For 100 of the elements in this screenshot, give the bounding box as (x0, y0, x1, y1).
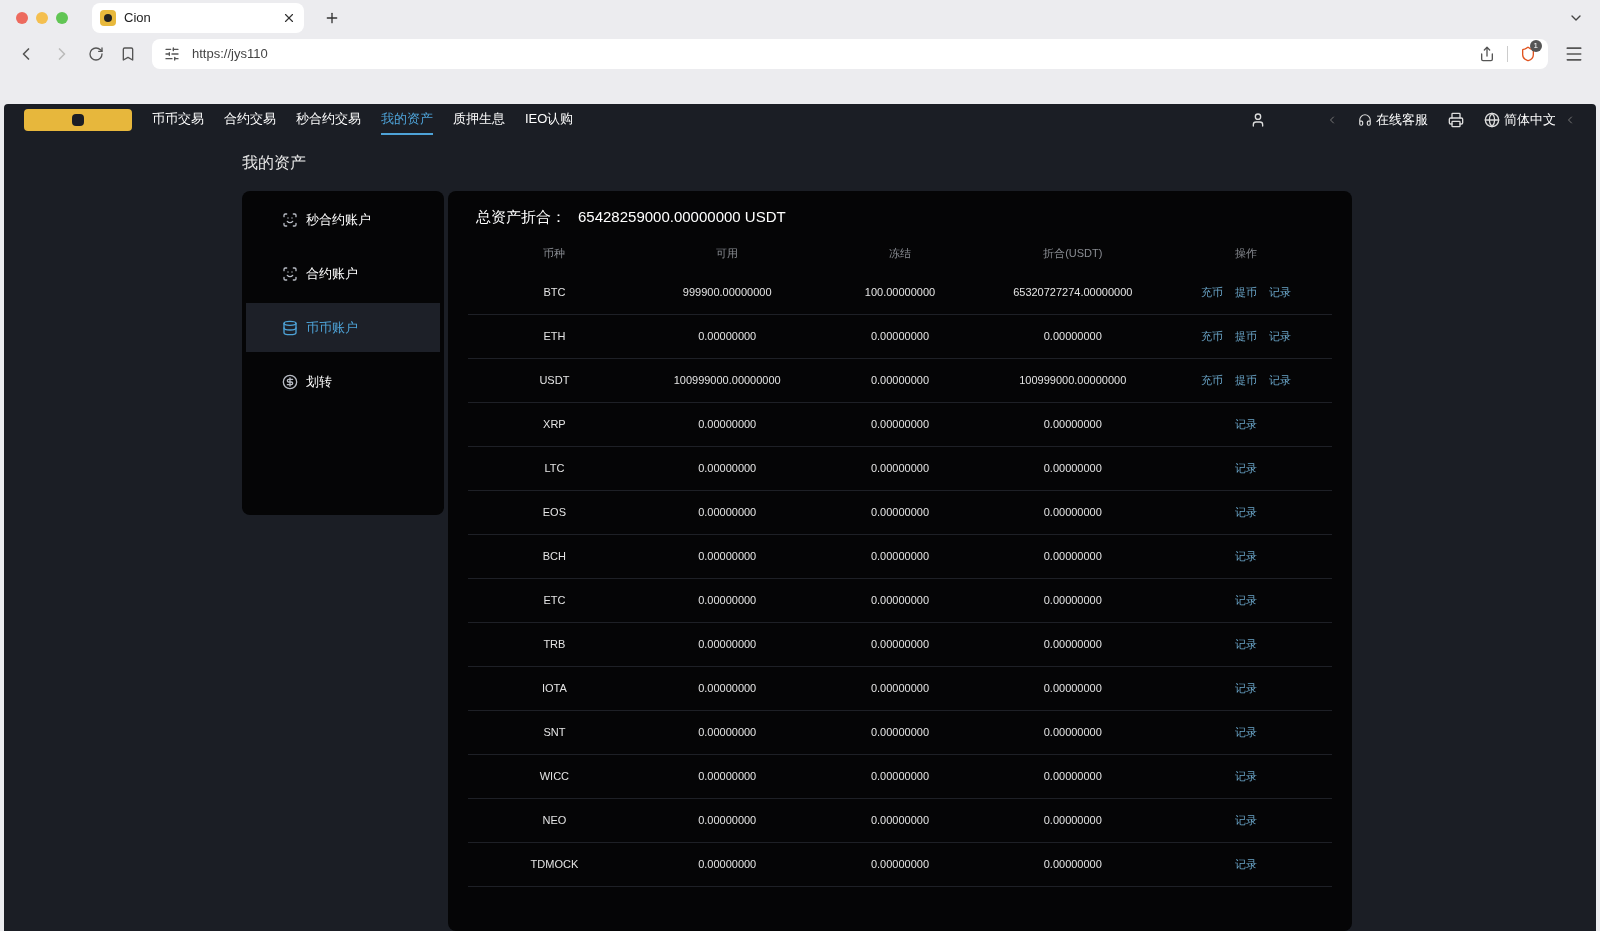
sidebar-item[interactable]: 秒合约账户 (246, 195, 440, 244)
table-cell-text: 0.00000000 (870, 857, 930, 873)
table-cell-text: 0.00000000 (1043, 505, 1102, 521)
user-icon[interactable] (1250, 111, 1266, 128)
address-bar[interactable]: https://jys110 1 (152, 39, 1548, 69)
action-link[interactable]: 记录 (1234, 460, 1257, 477)
table-cell-text: 0.00000000 (698, 461, 757, 477)
action-link[interactable]: 记录 (1234, 680, 1257, 697)
table-cell-text: 0.00000000 (1043, 417, 1102, 433)
close-window-icon[interactable] (16, 12, 28, 24)
table-cell-text: WICC (539, 769, 570, 785)
language-selector[interactable]: 简体中文 (1504, 109, 1556, 130)
site-logo-icon (100, 10, 116, 26)
action-link[interactable]: 提币 (1234, 372, 1257, 389)
table-cell-text: TDMOCK (530, 857, 579, 873)
table-cell-text: 0.00000000 (1043, 637, 1102, 653)
site-logo[interactable] (24, 108, 132, 131)
action-link[interactable]: 记录 (1234, 856, 1257, 873)
column-header: 操作 (1234, 245, 1257, 261)
action-link[interactable]: 充币 (1200, 372, 1223, 389)
action-link[interactable]: 提币 (1234, 328, 1257, 345)
share-icon[interactable] (1479, 46, 1495, 62)
table-cell-text: 0.00000000 (870, 461, 930, 477)
table-cell-text: 0.00000000 (698, 593, 757, 609)
table-cell-text: 65320727274.00000000 (1013, 285, 1133, 301)
table-cell-text: 0.00000000 (870, 549, 930, 565)
action-link[interactable]: 记录 (1234, 548, 1257, 565)
bookmark-icon[interactable] (120, 46, 136, 62)
table-cell-text: 0.00000000 (698, 549, 757, 565)
action-link[interactable]: 记录 (1234, 768, 1257, 785)
table-cell-text: 0.00000000 (698, 329, 757, 345)
action-link[interactable]: 记录 (1234, 592, 1257, 609)
url-text: https://jys110 (192, 45, 269, 64)
column-header: 冻结 (889, 245, 911, 261)
table-cell-text: 0.00000000 (698, 417, 757, 433)
total-label: 总资产折合： (476, 206, 566, 227)
table-cell-text: SNT (543, 725, 566, 741)
nav-tab[interactable]: IEO认购 (525, 104, 574, 135)
table-cell-text: EOS (542, 505, 566, 521)
table-cell-text: USDT (539, 373, 570, 389)
action-link[interactable]: 充币 (1200, 284, 1223, 301)
action-link[interactable]: 记录 (1268, 284, 1291, 301)
action-link[interactable]: 记录 (1234, 504, 1257, 521)
table-cell-text: 0.00000000 (698, 637, 757, 653)
support-link[interactable]: 在线客服 (1376, 109, 1428, 130)
action-link[interactable]: 记录 (1234, 416, 1257, 433)
table-cell-text: 0.00000000 (870, 593, 930, 609)
column-header: 折合(USDT) (1043, 245, 1103, 261)
table-cell-text: 0.00000000 (698, 725, 757, 741)
table-cell-text: ETH (543, 329, 566, 345)
sidebar-item[interactable]: 划转 (246, 357, 440, 406)
table-cell-text: 0.00000000 (1043, 813, 1102, 829)
table-cell-text: 0.00000000 (698, 505, 757, 521)
table-cell-text: 0.00000000 (1043, 769, 1102, 785)
nav-tab[interactable]: 质押生息 (453, 104, 505, 135)
action-link[interactable]: 提币 (1234, 284, 1257, 301)
browser-tab[interactable]: Cion (92, 3, 304, 33)
table-cell-text: 0.00000000 (870, 505, 930, 521)
action-link[interactable]: 记录 (1268, 372, 1291, 389)
table-cell-text: 0.00000000 (1043, 725, 1102, 741)
table-cell-text: NEO (542, 813, 567, 829)
table-cell-text: 0.00000000 (1043, 593, 1102, 609)
table-cell-text: 0.00000000 (1043, 461, 1102, 477)
reload-icon[interactable] (88, 46, 104, 62)
menu-icon[interactable] (1564, 44, 1584, 64)
action-link[interactable]: 记录 (1234, 636, 1257, 653)
table-cell-text: 0.00000000 (870, 373, 930, 389)
table-cell-text: BTC (543, 285, 566, 301)
table-cell-text: BCH (542, 549, 566, 565)
nav-tab[interactable]: 我的资产 (381, 104, 433, 135)
table-cell-text: ETC (543, 593, 566, 609)
table-cell-text: 100.00000000 (864, 285, 936, 301)
table-cell-text: 0.00000000 (870, 637, 930, 653)
table-cell-text: 0.00000000 (1043, 549, 1102, 565)
sidebar-item[interactable]: 合约账户 (246, 249, 440, 298)
action-link[interactable]: 记录 (1268, 328, 1291, 345)
table-cell-text: 0.00000000 (1043, 681, 1102, 697)
currency-icon (282, 373, 298, 390)
action-link[interactable]: 充币 (1200, 328, 1223, 345)
nav-tab[interactable]: 合约交易 (224, 104, 276, 135)
action-link[interactable]: 记录 (1234, 812, 1257, 829)
close-icon[interactable] (282, 11, 296, 25)
table-cell-text: 0.00000000 (870, 813, 930, 829)
sidebar-item[interactable]: 币币账户 (246, 303, 440, 352)
site-settings-icon[interactable] (164, 46, 180, 62)
shield-badge: 1 (1529, 40, 1542, 52)
shield-icon[interactable] (1520, 46, 1536, 62)
nav-tab[interactable]: 币币交易 (152, 104, 204, 135)
action-link[interactable]: 记录 (1234, 724, 1257, 741)
table-cell-text: 0.00000000 (870, 681, 930, 697)
column-header: 可用 (716, 245, 739, 261)
new-tab-icon[interactable] (324, 10, 340, 26)
table-cell-text: 999900.00000000 (682, 285, 772, 301)
tab-title: Cion (124, 9, 152, 28)
table-cell-text: XRP (543, 417, 566, 433)
table-cell-text: 0.00000000 (870, 417, 930, 433)
nav-tab[interactable]: 秒合约交易 (296, 104, 361, 135)
headset-icon (1358, 112, 1372, 127)
table-cell-text: IOTA (541, 681, 567, 697)
table-cell-text: 0.00000000 (698, 857, 757, 873)
